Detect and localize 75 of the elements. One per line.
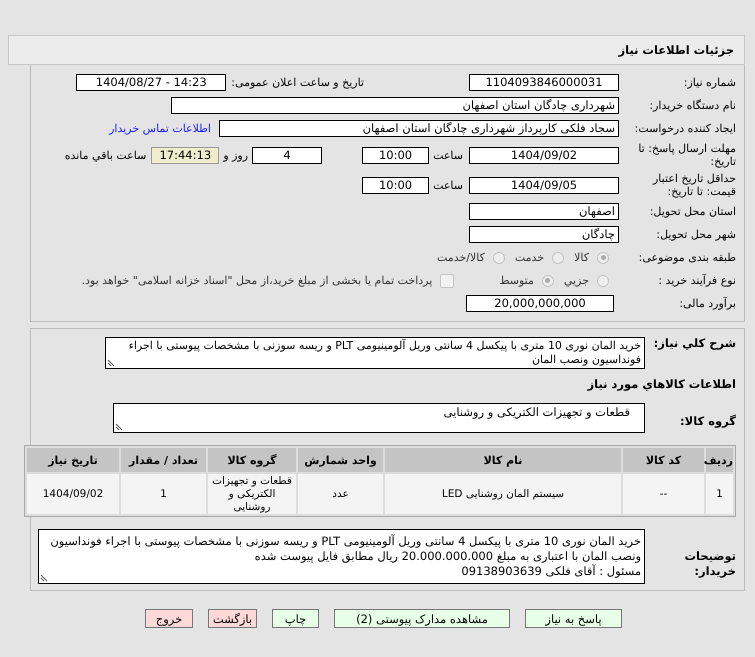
need-number-field[interactable]: 1104093846000031	[469, 74, 619, 91]
field-label: ساعت باقي مانده	[64, 148, 146, 162]
section-heading: اطلاعات کالاهاي مورد نياز	[586, 377, 736, 391]
field-label: ساعت	[433, 178, 463, 192]
date-field[interactable]: 1404/09/05	[469, 176, 619, 194]
notes-text: مسئول : آقای فلکی 09138903639	[460, 564, 641, 579]
checkbox[interactable]	[440, 274, 454, 288]
announce-date-field[interactable]: 1404/08/27 - 14:23	[76, 74, 226, 91]
buyer-notes-box[interactable]	[38, 529, 645, 584]
field-label: طبقه بندی موضوعی:	[638, 251, 736, 264]
field-label: شرح کلي نياز:	[652, 337, 736, 350]
column-header: تعداد / مقدار	[121, 448, 206, 472]
action-button[interactable]: مشاهده مدارک پیوستی (2)	[334, 609, 510, 628]
buyer-org-field[interactable]: شهرداری چادگان استان اصفهان	[171, 97, 619, 114]
action-button[interactable]: بازگشت	[208, 609, 257, 628]
field-label: شماره نیاز:	[682, 76, 736, 89]
action-button[interactable]: چاپ	[272, 609, 319, 628]
remaining-time-field: 17:44:13	[151, 146, 220, 164]
field-label: برآورد مالی:	[678, 297, 736, 310]
checkbox-label: پرداخت تمام یا بخشی از مبلغ خرید،از محل "اسناد خزانه اسلامی" خواهد بود.	[82, 274, 432, 287]
field-label: نوع فرآیند خرید :	[657, 274, 736, 287]
province-field[interactable]: اصفهان	[469, 203, 619, 220]
field-label: نام دستگاه خریدار:	[648, 99, 736, 112]
field-label: تاریخ و ساعت اعلان عمومی:	[231, 76, 364, 89]
field-label: شهر محل تحویل:	[655, 228, 736, 241]
table-cell: 1	[121, 474, 206, 514]
radio-button[interactable]	[597, 274, 609, 286]
action-button[interactable]: خروج	[145, 609, 193, 628]
radio-label: کالا/خدمت	[437, 251, 485, 264]
date-field[interactable]: 1404/09/02	[469, 146, 619, 164]
column-header: کد کالا	[623, 448, 704, 472]
column-header: نام کالا	[385, 448, 621, 472]
notes-text: خرید المان نوری 10 متری با پیکسل 4 سانتی وریل آلومینیومی PLT و ریسه سوزنی با مشخصات پیوستی با اجراء فونداسیون ونصب المان با اعتباری به مبلغ 20.000.000.000 ریال مطابق فایل پیوست شده	[49, 534, 641, 564]
city-field[interactable]: چادگان	[469, 226, 619, 243]
radio-label: کالا	[574, 251, 589, 264]
column-header: واحد شمارش	[298, 448, 383, 472]
resize-grip-icon[interactable]	[40, 574, 48, 582]
field-label: توضیحات خریدار:	[684, 548, 736, 579]
column-header: گروه کالا	[208, 448, 296, 472]
field-label: روز و	[223, 148, 248, 162]
table-cell: 1	[706, 474, 733, 514]
radio-button[interactable]	[552, 252, 564, 264]
table-cell: --	[623, 474, 704, 514]
time-field[interactable]: 10:00	[362, 146, 430, 164]
radio-label: متوسط	[499, 274, 534, 287]
table-cell: عدد	[298, 474, 383, 514]
description-text: خرید المان نوری 10 متری با پیکسل 4 سانتی وریل آلومینیومی PLT و ریسه سوزنی با مشخصات پیوستی با اجراء فونداسیون ونصب المان	[128, 339, 641, 366]
field-label: مهلت ارسال پاسخ: تا تاریخ:	[637, 142, 736, 168]
time-field[interactable]: 10:00	[362, 176, 430, 194]
radio-button[interactable]	[597, 252, 609, 264]
table-cell: 1404/09/02	[27, 474, 119, 514]
goods-group-text: قطعات و تجهیزات الکتریکی و روشنایی	[444, 405, 630, 419]
column-header: تاریخ نیاز	[27, 448, 119, 472]
page-title: جزئیات اطلاعات نیاز	[618, 43, 734, 57]
field-label: ایجاد کننده درخواست:	[634, 122, 736, 135]
field-label: استان محل تحویل:	[648, 205, 736, 218]
field-label: ساعت	[433, 148, 463, 162]
contact-link[interactable]: اطلاعات تماس خریدار	[109, 122, 211, 135]
table-cell: قطعات و تجهیزات الکتریکی و روشنایی	[208, 474, 296, 514]
radio-button[interactable]	[492, 252, 505, 264]
field-label: گروه کالا:	[679, 413, 736, 428]
resize-grip-icon[interactable]	[107, 359, 115, 367]
budget-field[interactable]: 20,000,000,000	[466, 295, 614, 312]
column-header: رديف	[706, 448, 733, 472]
radio-label: جزیي	[564, 274, 589, 287]
description-box[interactable]: خرید المان نوری 10 متری با پیکسل 4 سانتی وریل آلومینیومی PLT و ریسه سوزنی با مشخصات پیوستی با اجراء فونداسیون ونصب المان	[105, 337, 645, 369]
days-field[interactable]: 4	[252, 146, 322, 164]
resize-grip-icon[interactable]	[115, 423, 123, 431]
radio-button[interactable]	[542, 274, 554, 286]
requester-field[interactable]: سجاد فلکی کارپرداز شهرداری چادگان استان اصفهان	[219, 120, 619, 137]
radio-label: خدمت	[514, 251, 544, 264]
goods-group-box[interactable]: قطعات و تجهیزات الکتریکی و روشنایی	[113, 403, 645, 433]
field-label: حداقل تاریخ اعتبار قیمت: تا تاریخ:	[652, 172, 736, 198]
action-button[interactable]: پاسخ به نیاز	[525, 609, 622, 628]
table-cell: سیستم المان روشنایی LED	[385, 474, 621, 514]
